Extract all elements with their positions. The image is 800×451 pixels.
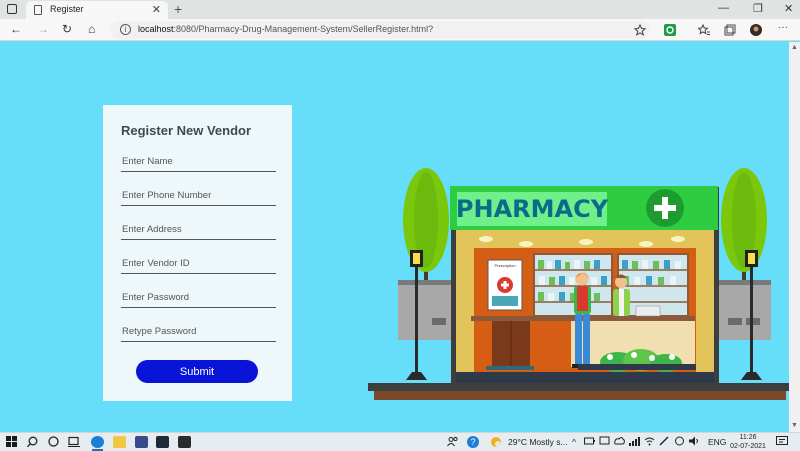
collections-icon[interactable]	[724, 24, 736, 36]
right-tree	[721, 168, 767, 295]
device-icon[interactable]	[599, 436, 610, 446]
info-icon[interactable]: i	[120, 24, 131, 35]
address-url: localhost:8080/Pharmacy-Drug-Management-…	[138, 24, 433, 34]
soil	[374, 391, 786, 400]
help-icon[interactable]: ?	[467, 436, 479, 448]
weather-text[interactable]: 29°C Mostly s...	[508, 437, 568, 447]
vendor-id-field[interactable]	[121, 254, 276, 274]
page-scrollbar[interactable]	[789, 42, 800, 432]
more-menu-icon[interactable]: ···	[778, 22, 788, 33]
retype-password-field[interactable]	[121, 322, 276, 342]
pen-icon[interactable]	[659, 436, 670, 446]
tab-register[interactable]: Register ✕	[26, 1, 168, 19]
terminal-icon[interactable]	[156, 436, 169, 448]
windows-start-icon[interactable]	[6, 436, 18, 448]
show-hidden-icons[interactable]: ^	[572, 437, 576, 447]
page-body: Register New Vendor Submit	[0, 42, 791, 432]
windows-taskbar: ? 29°C Mostly s... ^ ENG 11:26 02-07-202…	[0, 432, 800, 451]
back-button[interactable]: ←	[10, 22, 22, 36]
cortana-icon[interactable]	[48, 436, 59, 447]
refresh-button[interactable]: ↻	[62, 22, 72, 36]
svg-text:?: ?	[470, 437, 475, 447]
address-host: localhost	[138, 24, 174, 34]
address-bar[interactable]: i localhost:8080/Pharmacy-Drug-Managemen…	[110, 21, 650, 39]
file-explorer-icon[interactable]	[113, 436, 126, 448]
minimize-button[interactable]: —	[718, 2, 729, 14]
new-tab-button[interactable]: +	[174, 1, 182, 17]
clock-time: 11:26	[739, 434, 757, 441]
wifi-icon[interactable]	[644, 436, 655, 446]
register-form-card: Register New Vendor Submit	[103, 105, 292, 401]
scroll-up-icon[interactable]: ▲	[791, 44, 798, 51]
battery-icon[interactable]	[584, 436, 595, 446]
favorites-icon[interactable]	[698, 24, 710, 36]
medicine-shelf-left	[533, 253, 613, 317]
close-tab-icon[interactable]: ✕	[152, 3, 161, 16]
address-path: :8080/Pharmacy-Drug-Management-System/Se…	[173, 24, 434, 34]
restore-button[interactable]: ❐	[753, 2, 763, 15]
pharmacy-illustration: PHARMACY Prescription	[368, 168, 791, 400]
browser-title-bar: Register ✕ + — ❐ ✕	[0, 0, 800, 19]
forward-button[interactable]: →	[37, 22, 49, 36]
home-button[interactable]: ⌂	[88, 22, 95, 36]
name-field[interactable]	[121, 152, 276, 172]
phone-field[interactable]	[121, 186, 276, 206]
clock-date: 02-07-2021	[730, 443, 766, 450]
left-tree	[403, 168, 449, 295]
tab-title: Register	[50, 4, 84, 14]
sync-icon[interactable]	[674, 436, 685, 446]
submit-button[interactable]: Submit	[136, 360, 258, 383]
taskbar-clock[interactable]: 11:26 02-07-2021	[726, 433, 770, 451]
edge-browser-icon[interactable]	[91, 436, 104, 448]
right-wall	[716, 283, 771, 340]
address-field[interactable]	[121, 220, 276, 240]
task-view-icon[interactable]	[68, 436, 80, 447]
extension-q-icon[interactable]	[664, 24, 676, 36]
close-window-button[interactable]: ✕	[784, 2, 793, 15]
password-field[interactable]	[121, 288, 276, 308]
network-icon[interactable]	[629, 436, 640, 446]
left-wall	[398, 283, 453, 340]
sign-text: PHARMACY	[456, 195, 609, 223]
command-prompt-icon[interactable]	[178, 436, 191, 448]
search-icon[interactable]	[27, 436, 38, 447]
people-icon[interactable]	[447, 436, 458, 447]
language-indicator[interactable]: ENG	[708, 437, 726, 447]
window-menu-icon[interactable]	[7, 4, 17, 14]
scroll-down-icon[interactable]: ▼	[791, 422, 798, 429]
form-title: Register New Vendor	[121, 123, 252, 138]
browser-toolbar: ← → ↻ ⌂ i localhost:8080/Pharmacy-Drug-M…	[0, 19, 800, 41]
cash-register	[635, 305, 661, 317]
app-icon[interactable]	[135, 436, 148, 448]
profile-avatar[interactable]	[750, 24, 762, 36]
cloud-icon[interactable]	[614, 436, 625, 446]
weather-icon	[491, 437, 501, 447]
page-icon	[34, 5, 42, 15]
volume-icon[interactable]	[689, 436, 700, 446]
poster-title: Prescription	[494, 263, 515, 268]
notifications-icon[interactable]	[776, 436, 788, 447]
ground-top	[368, 383, 791, 391]
add-favorite-icon[interactable]	[634, 24, 646, 36]
